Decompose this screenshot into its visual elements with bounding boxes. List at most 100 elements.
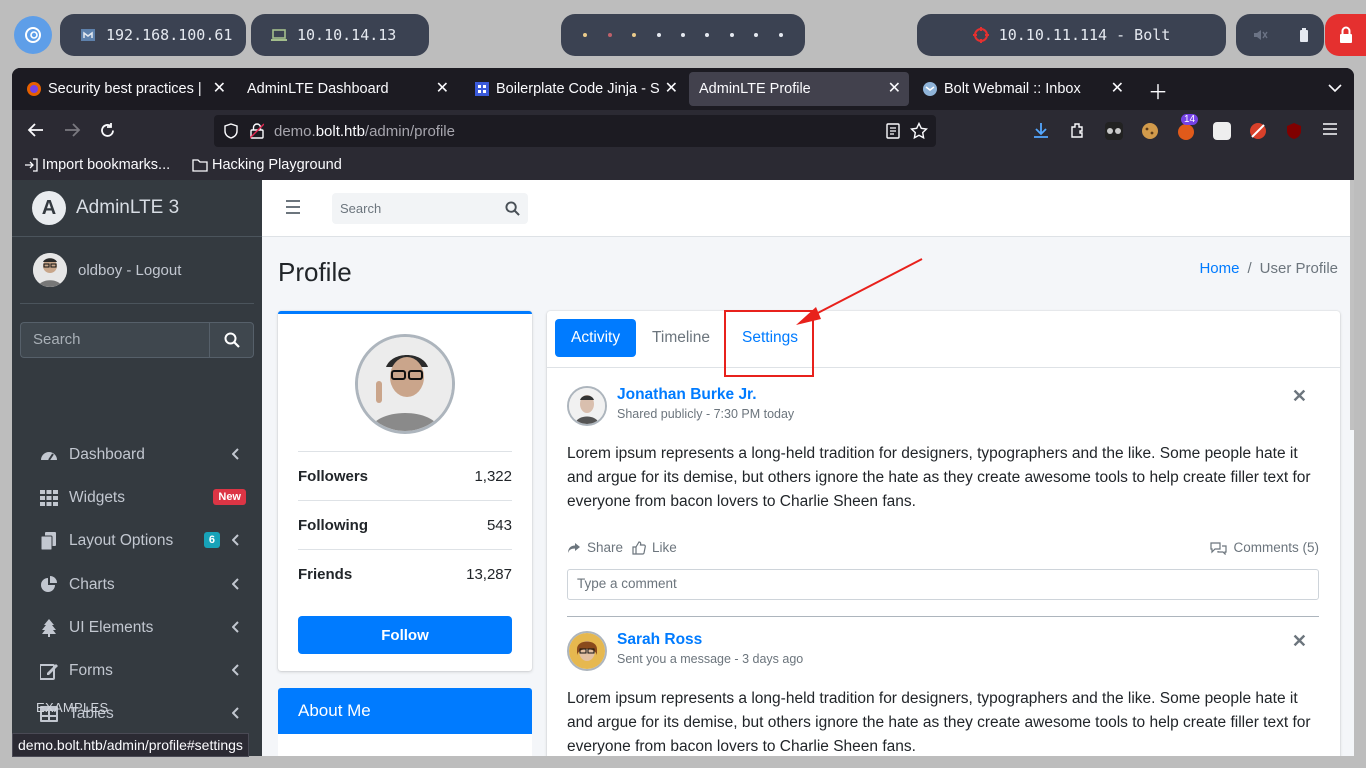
tab-list-button[interactable] xyxy=(1328,78,1342,97)
workspace-dot[interactable] xyxy=(607,33,612,37)
sidebar-item-dashboard[interactable]: Dashboard xyxy=(20,435,254,475)
hamburger-menu-icon[interactable] xyxy=(1322,122,1338,136)
comments-link[interactable]: Comments (5) xyxy=(1210,540,1319,555)
post: Sarah Ross Sent you a message - 3 days a… xyxy=(567,631,1319,756)
tab-timeline[interactable]: Timeline xyxy=(636,319,726,357)
search-icon[interactable] xyxy=(505,201,520,216)
sidebar-item-widgets[interactable]: Widgets New xyxy=(20,478,254,518)
thumbs-up-icon xyxy=(632,540,646,555)
tab-activity[interactable]: Activity xyxy=(555,319,637,357)
close-icon[interactable]: ✕ xyxy=(1292,386,1307,407)
close-icon[interactable]: ✕ xyxy=(660,80,678,98)
comments-label: Comments (5) xyxy=(1233,540,1319,555)
header-search-placeholder: Search xyxy=(340,201,382,216)
os-menu-button[interactable] xyxy=(14,16,52,54)
noscript-extension-icon[interactable] xyxy=(1249,122,1267,140)
extensions-icon[interactable] xyxy=(1069,122,1085,138)
download-icon[interactable] xyxy=(1033,122,1049,138)
sidebar-item-ui-elements[interactable]: UI Elements xyxy=(20,608,254,648)
tab-webmail[interactable]: Bolt Webmail :: Inbox ✕ xyxy=(912,72,1132,106)
sidebar-search-button[interactable] xyxy=(209,322,254,358)
user-logout-link[interactable]: oldboy - Logout xyxy=(78,262,181,279)
tab-dashboard[interactable]: AdminLTE Dashboard ✕ xyxy=(237,72,457,106)
swirl-icon xyxy=(25,27,41,43)
workspace-dot[interactable] xyxy=(656,33,661,37)
workspace-dot[interactable] xyxy=(583,33,588,37)
post-username[interactable]: Sarah Ross xyxy=(617,631,702,649)
tab-boilerplate[interactable]: Boilerplate Code Jinja - S ✕ xyxy=(464,72,686,106)
page-title: Profile xyxy=(278,257,352,287)
pie-chart-icon xyxy=(39,575,59,594)
page-scrollbar[interactable] xyxy=(1350,180,1354,430)
header-search-input[interactable]: Search xyxy=(332,193,528,224)
bookmark-folder-hacking[interactable]: Hacking Playground xyxy=(192,157,342,173)
insecure-lock-icon[interactable] xyxy=(250,123,264,139)
workspace-dot[interactable] xyxy=(632,33,637,37)
close-icon[interactable]: ✕ xyxy=(1292,631,1307,652)
close-icon[interactable]: ✕ xyxy=(1111,80,1124,98)
about-me-card: About Me xyxy=(278,688,532,756)
bookmarks-toolbar: Import bookmarks... Hacking Playground xyxy=(12,152,1354,180)
workspace-switcher[interactable] xyxy=(561,14,805,56)
lock-button[interactable] xyxy=(1325,14,1366,56)
back-icon[interactable] xyxy=(27,122,45,138)
close-icon[interactable]: ✕ xyxy=(436,80,449,98)
grid-favicon-icon xyxy=(474,81,490,97)
image-extension-icon[interactable] xyxy=(1213,122,1231,140)
comment-input[interactable]: Type a comment xyxy=(567,569,1319,600)
bookmark-label: Import bookmarks... xyxy=(42,157,171,173)
tab-label: AdminLTE Profile xyxy=(699,81,811,97)
crosshair-icon xyxy=(972,27,989,43)
webmail-icon xyxy=(922,81,938,97)
glasses-extension-icon[interactable] xyxy=(1105,122,1123,140)
new-tab-button[interactable]: ＋ xyxy=(1148,76,1168,105)
share-label: Share xyxy=(587,540,624,555)
close-icon[interactable]: ✕ xyxy=(888,80,901,98)
system-tray xyxy=(1236,14,1324,56)
target-label: 10.10.11.114 - Bolt xyxy=(998,26,1171,44)
annotation-arrow xyxy=(796,258,923,325)
breadcrumb: Home / User Profile xyxy=(1199,260,1338,277)
post-description: Shared publicly - 7:30 PM today xyxy=(617,407,795,421)
chevron-left-icon xyxy=(231,706,240,722)
workspace-dot[interactable] xyxy=(778,33,783,37)
edit-icon xyxy=(39,662,59,680)
close-icon[interactable]: ✕ xyxy=(208,80,226,98)
workspace-dot[interactable] xyxy=(680,33,685,37)
post: Jonathan Burke Jr. Shared publicly - 7:3… xyxy=(567,386,1319,606)
local-ip: 10.10.14.13 xyxy=(297,26,397,44)
sidebar-item-layout-options[interactable]: Layout Options 6 xyxy=(20,521,254,561)
workspace-dot[interactable] xyxy=(729,33,734,37)
desktop-topbar: 192.168.100.61 10.10.14.13 10.10.11.114 … xyxy=(0,0,1366,68)
sidebar-search-input[interactable]: Search xyxy=(20,322,209,358)
share-link[interactable]: Share xyxy=(567,540,623,555)
brand-link[interactable]: A AdminLTE 3 xyxy=(12,180,262,237)
proxy-extension-icon[interactable]: 14 xyxy=(1177,114,1199,140)
follow-button[interactable]: Follow xyxy=(298,616,512,654)
reader-view-icon[interactable] xyxy=(886,123,900,139)
main-header: Search xyxy=(262,180,1354,237)
reload-icon[interactable] xyxy=(99,122,116,139)
grid-icon xyxy=(39,490,59,507)
workspace-dot[interactable] xyxy=(705,33,710,37)
tab-security[interactable]: Security best practices | ✕ xyxy=(16,72,234,106)
like-link[interactable]: Like xyxy=(632,540,677,555)
sidebar-item-charts[interactable]: Charts xyxy=(20,565,254,605)
import-icon xyxy=(25,158,38,172)
ublock-extension-icon[interactable] xyxy=(1285,122,1303,140)
cookie-extension-icon[interactable] xyxy=(1141,122,1159,140)
bookmark-star-icon[interactable] xyxy=(910,122,928,140)
sidebar-toggle[interactable] xyxy=(286,200,300,214)
bookmark-import[interactable]: Import bookmarks... xyxy=(24,157,170,173)
sidebar-item-label: Widgets xyxy=(69,489,125,507)
post-username[interactable]: Jonathan Burke Jr. xyxy=(617,386,757,404)
url-bar[interactable]: demo. bolt.htb/admin/profile xyxy=(214,115,936,147)
shield-icon xyxy=(224,123,238,139)
sidebar-item-label: Forms xyxy=(69,662,113,679)
sidebar-item-forms[interactable]: Forms xyxy=(20,651,254,691)
tab-profile[interactable]: AdminLTE Profile ✕ xyxy=(689,72,909,106)
muted-speaker-icon[interactable] xyxy=(1252,27,1268,43)
breadcrumb-home-link[interactable]: Home xyxy=(1199,260,1239,277)
workspace-dot[interactable] xyxy=(754,33,759,37)
forward-icon[interactable] xyxy=(63,122,81,138)
